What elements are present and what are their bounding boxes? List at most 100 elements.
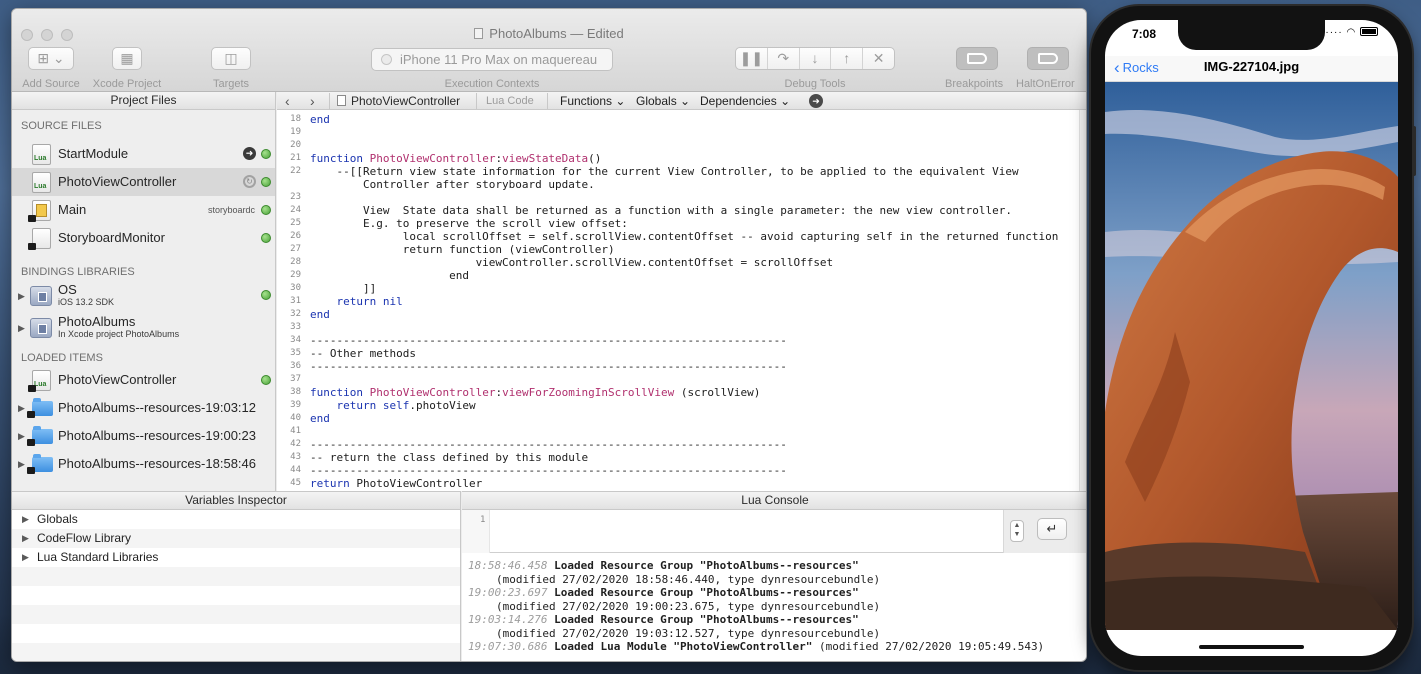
folder-icon xyxy=(27,398,53,418)
loaded-item-photoviewcontroller[interactable]: Lua PhotoViewController xyxy=(12,366,275,394)
code-text: Controller after storyboard update. xyxy=(310,178,595,191)
execute-button[interactable]: ↵ xyxy=(1037,518,1067,540)
log-detail: (modified 27/02/2020 19:03:12.527, type … xyxy=(496,626,881,640)
globals-menu[interactable]: Globals ⌄ xyxy=(636,93,690,109)
add-source-group[interactable]: ⊞ ⌄ Add Source xyxy=(20,47,82,90)
back-arrow-icon[interactable]: ‹ xyxy=(285,93,290,109)
console-input-gutter xyxy=(462,510,490,553)
xcode-project-icon[interactable]: ▦ xyxy=(112,47,142,70)
editor-scrollbar[interactable] xyxy=(1079,110,1086,491)
dependencies-menu[interactable]: Dependencies ⌄ xyxy=(700,93,790,109)
targets-group[interactable]: ◫ Targets xyxy=(200,47,262,90)
library-icon xyxy=(30,286,52,306)
iphone-screen: 7:08 ···· ◠ ‹ Rocks IMG-227104.jpg xyxy=(1105,20,1398,656)
go-arrow-icon[interactable]: ➜ xyxy=(809,94,823,108)
console-line-number: 1 xyxy=(480,515,486,525)
code-text: ----------------------------------------… xyxy=(310,334,787,347)
locked-lua-file-icon: Lua xyxy=(28,370,51,392)
line-number: 18 xyxy=(290,114,301,124)
source-file-photoviewcontroller[interactable]: Lua PhotoViewController ↻ xyxy=(12,168,275,196)
source-file-storyboardmonitor[interactable]: StoryboardMonitor xyxy=(12,224,275,252)
variables-lua-standard-libraries[interactable]: ▶ Lua Standard Libraries xyxy=(12,548,460,567)
lua-console: Lua Console 1 ▲ ▼ ↵ 18:58:46.458 Loaded R… xyxy=(462,491,1086,661)
start-arrow-icon: ➜ xyxy=(243,147,256,160)
disclosure-triangle-icon[interactable]: ▶ xyxy=(22,548,29,567)
binding-os[interactable]: ▶ OS iOS 13.2 SDK xyxy=(12,280,275,312)
console-log-entry: 19:07:30.686 Loaded Lua Module "PhotoVie… xyxy=(462,640,1086,654)
line-number: 33 xyxy=(290,322,301,332)
log-message: Loaded Lua Module "PhotoViewController" xyxy=(554,640,813,653)
loaded-resource-group[interactable]: ▶ PhotoAlbums--resources-19:00:23 xyxy=(12,422,275,450)
stop-icon[interactable]: ✕ xyxy=(863,48,894,69)
breakpoints-button[interactable] xyxy=(956,47,998,70)
document-icon xyxy=(474,28,484,39)
storyboard-file-icon xyxy=(28,200,51,222)
log-timestamp: 19:00:23.697 xyxy=(468,586,548,599)
loaded-resource-group[interactable]: ▶ PhotoAlbums--resources-18:58:46 xyxy=(12,450,275,478)
disclosure-triangle-icon[interactable]: ▶ xyxy=(22,529,29,548)
step-over-icon[interactable]: ↷ xyxy=(768,48,800,69)
disclosure-triangle-icon[interactable]: ▶ xyxy=(18,291,25,302)
iphone-simulator: 7:08 ···· ◠ ‹ Rocks IMG-227104.jpg xyxy=(1091,6,1416,670)
disclosure-triangle-icon[interactable]: ▶ xyxy=(18,394,25,422)
empty-row xyxy=(12,567,460,586)
code-text: return nil xyxy=(336,295,403,308)
library-icon xyxy=(30,318,52,338)
source-file-startmodule[interactable]: Lua StartModule ➜ xyxy=(12,140,275,168)
project-files-panel: Project Files SOURCE FILES Lua StartModu… xyxy=(12,92,276,491)
execution-context-selector[interactable]: iPhone 11 Pro Max on maquereau xyxy=(371,48,613,71)
log-message: Loaded Resource Group "PhotoAlbums--reso… xyxy=(554,613,859,626)
source-files-title: SOURCE FILES xyxy=(21,120,102,132)
step-into-icon[interactable]: ↓ xyxy=(800,48,832,69)
debug-tools: ❚❚ ↷ ↓ ↑ ✕ xyxy=(735,47,895,70)
history-stepper[interactable]: ▲ ▼ xyxy=(1010,520,1024,542)
photo-view[interactable] xyxy=(1105,82,1398,630)
loaded-items-title: LOADED ITEMS xyxy=(21,352,103,364)
forward-arrow-icon[interactable]: › xyxy=(310,93,315,109)
empty-row xyxy=(12,586,460,605)
log-message: Loaded Resource Group "PhotoAlbums--reso… xyxy=(554,586,859,599)
functions-menu[interactable]: Functions ⌄ xyxy=(560,93,625,109)
console-input[interactable]: 1 ▲ ▼ ↵ xyxy=(462,510,1086,553)
variables-globals[interactable]: ▶ Globals xyxy=(12,510,460,529)
locked-file-icon xyxy=(28,228,51,250)
log-detail: (modified 27/02/2020 19:05:49.543) xyxy=(819,640,1045,653)
halt-on-error-button[interactable] xyxy=(1027,47,1069,70)
line-number: 34 xyxy=(290,335,301,345)
code-text: ----------------------------------------… xyxy=(310,464,787,477)
disclosure-triangle-icon[interactable]: ▶ xyxy=(22,510,29,529)
step-out-icon[interactable]: ↑ xyxy=(831,48,864,69)
jumpbar-language: Lua Code xyxy=(486,95,534,107)
line-number: 19 xyxy=(290,127,301,137)
log-timestamp: 18:58:46.458 xyxy=(468,559,548,572)
code-text: -- Other methods xyxy=(310,347,416,360)
console-controls: ▲ ▼ ↵ xyxy=(1003,510,1086,553)
binding-photoalbums[interactable]: ▶ PhotoAlbums In Xcode project PhotoAlbu… xyxy=(12,312,275,344)
variables-codeflow-library[interactable]: ▶ CodeFlow Library xyxy=(12,529,460,548)
targets-icon[interactable]: ◫ xyxy=(211,47,251,70)
code-text: function PhotoViewController:viewForZoom… xyxy=(310,386,761,399)
notch xyxy=(1178,20,1325,50)
code-text: --[[Return view state information for th… xyxy=(310,165,1019,178)
add-source-button[interactable]: ⊞ ⌄ xyxy=(28,47,74,70)
line-number: 36 xyxy=(290,361,301,371)
loaded-status-icon xyxy=(261,233,271,243)
source-file-main[interactable]: Main storyboardc xyxy=(12,196,275,224)
home-indicator[interactable] xyxy=(1199,645,1304,649)
variables-inspector-header: Variables Inspector xyxy=(12,492,460,510)
project-files-header: Project Files xyxy=(12,92,275,110)
disclosure-triangle-icon[interactable]: ▶ xyxy=(18,450,25,478)
xcode-project-group[interactable]: ▦ Xcode Project xyxy=(88,47,166,90)
window-toolbar: PhotoAlbums — Edited ⊞ ⌄ Add Source ▦ Xc… xyxy=(12,9,1086,92)
xcode-project-label: Xcode Project xyxy=(92,78,162,90)
code-text: end xyxy=(310,113,330,126)
pause-icon[interactable]: ❚❚ xyxy=(736,48,768,69)
loaded-resource-group[interactable]: ▶ PhotoAlbums--resources-19:03:12 xyxy=(12,394,275,422)
code-text: return function (viewController) xyxy=(310,243,615,256)
halt-on-error-label: HaltOnError xyxy=(1016,78,1075,90)
loaded-status-icon xyxy=(261,177,271,187)
disclosure-triangle-icon[interactable]: ▶ xyxy=(18,323,25,334)
jumpbar-file[interactable]: PhotoViewController xyxy=(337,93,460,109)
disclosure-triangle-icon[interactable]: ▶ xyxy=(18,422,25,450)
navigation-bar: ‹ Rocks IMG-227104.jpg xyxy=(1105,56,1398,82)
